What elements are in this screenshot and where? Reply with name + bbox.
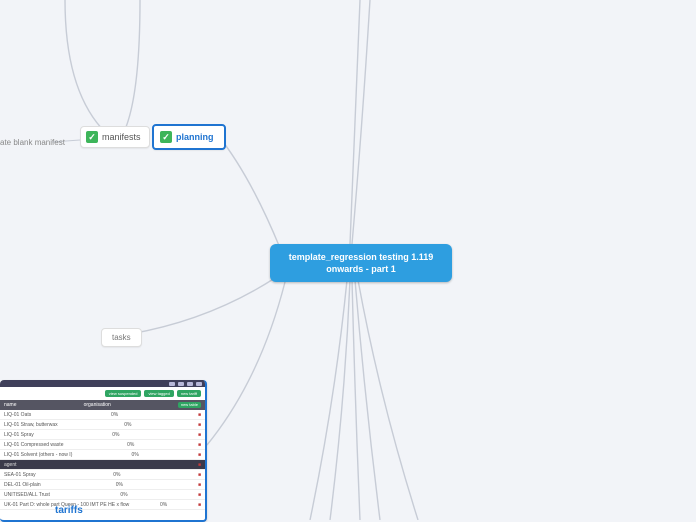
thumb-header: name organisation new table	[0, 400, 205, 410]
table-row: LIQ-01 Solvent (others - now I)0%■	[0, 450, 205, 460]
node-tariffs-label[interactable]: tariffs	[55, 505, 83, 516]
central-title: template_regression testing 1.119 onward…	[289, 252, 434, 274]
subnode-blank-manifest[interactable]: ate blank manifest	[0, 138, 65, 147]
table-row: SEA-01 Spray0%■	[0, 470, 205, 480]
table-row: UK-01 Part D: whole part Queen - 100 IMT…	[0, 500, 205, 510]
chip: view tagged	[144, 390, 173, 397]
table-row: LIQ-01 Straw, butterwax0%■	[0, 420, 205, 430]
table-row: LIQ-01 Compressed waste0%■	[0, 440, 205, 450]
node-label: manifests	[102, 132, 141, 142]
central-node[interactable]: template_regression testing 1.119 onward…	[270, 244, 452, 282]
chip: new tariff	[177, 390, 201, 397]
node-label: tasks	[112, 333, 131, 342]
table-row: LIQ-01 Oats0%■	[0, 410, 205, 420]
node-tasks[interactable]: tasks	[101, 328, 142, 347]
table-row: UNITISED/ALL Trust0%■	[0, 490, 205, 500]
check-icon: ✓	[160, 131, 172, 143]
col-org: organisation	[84, 402, 111, 408]
check-icon: ✓	[86, 131, 98, 143]
table-row: LIQ-01 Spray0%■	[0, 430, 205, 440]
chip: new table	[178, 402, 201, 408]
thumb-rows: LIQ-01 Oats0%■LIQ-01 Straw, butterwax0%■…	[0, 410, 205, 510]
thumb-topbar	[0, 380, 205, 387]
node-planning[interactable]: ✓ planning	[152, 124, 226, 150]
table-row: agent■	[0, 460, 205, 470]
node-tariffs-thumbnail[interactable]: view suspended view tagged new tariff na…	[0, 380, 207, 522]
node-manifests[interactable]: ✓ manifests	[80, 126, 150, 148]
table-row: DEL-01 Oil-plain0%■	[0, 480, 205, 490]
thumb-chipbar: view suspended view tagged new tariff	[0, 387, 205, 400]
col-name: name	[4, 402, 17, 408]
chip: view suspended	[105, 390, 142, 397]
node-label: ate blank manifest	[0, 138, 65, 147]
node-label: planning	[176, 132, 214, 142]
